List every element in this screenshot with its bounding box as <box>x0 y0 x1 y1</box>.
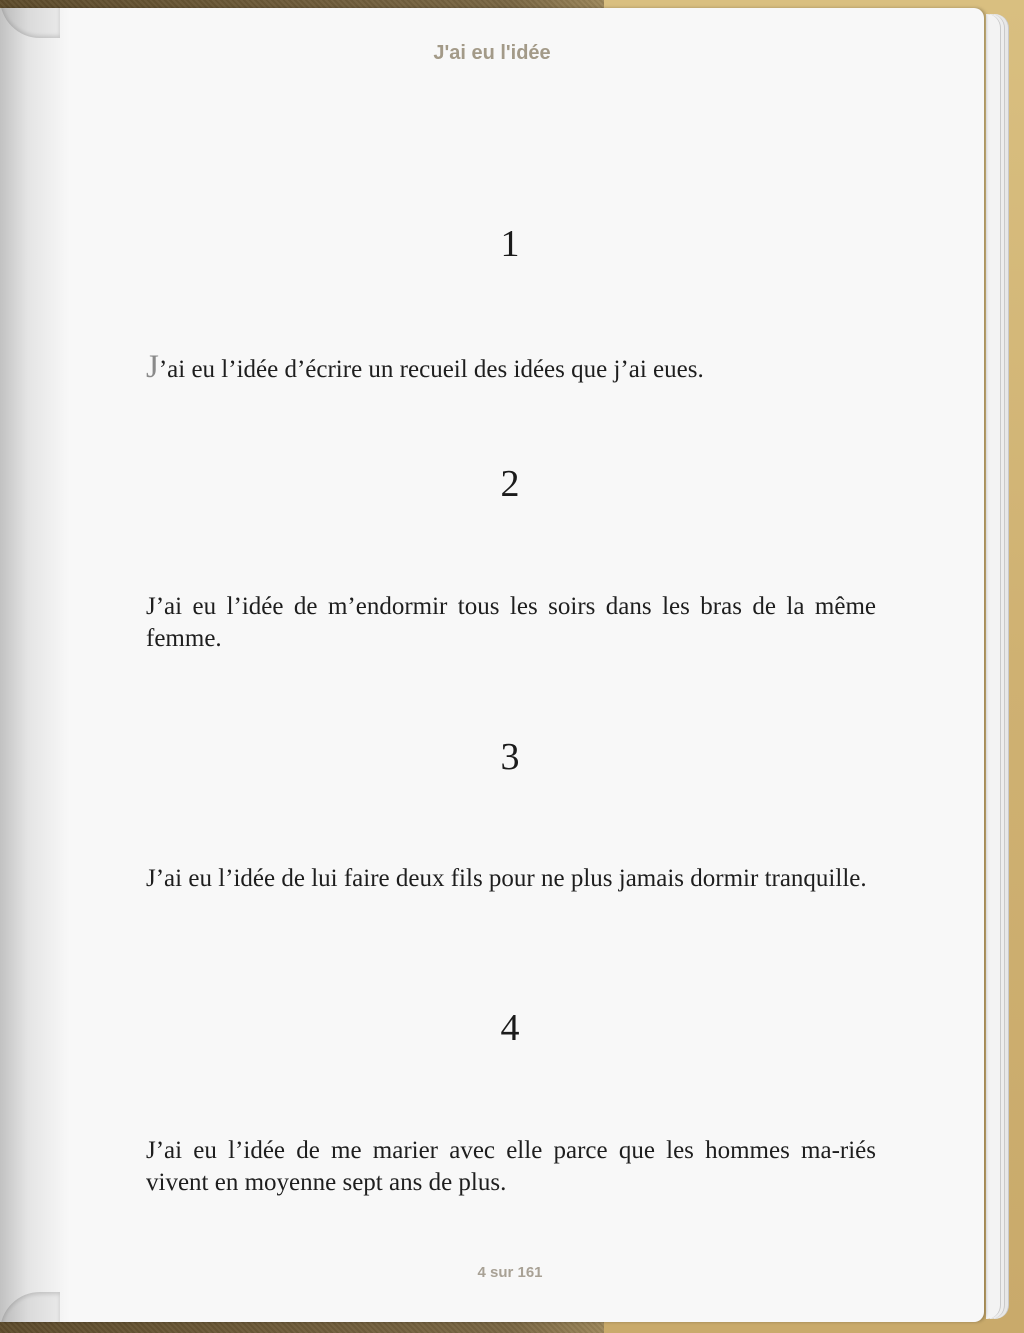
section-paragraph: J’ai eu l’idée d’écrire un recueil des i… <box>146 351 876 386</box>
spine-shadow <box>0 8 70 1322</box>
page-edge <box>986 14 1001 1319</box>
section-number: 4 <box>500 1007 520 1049</box>
page-counter: 4 sur 161 <box>477 1264 543 1281</box>
chapter-title: J'ai eu l'idée <box>433 42 551 64</box>
drop-cap: J <box>146 349 159 385</box>
section-number: 2 <box>500 463 520 505</box>
section-number: 3 <box>500 736 520 778</box>
paragraph-text: ’ai eu l’idée d’écrire un recueil des id… <box>158 356 704 383</box>
section-paragraph: J’ai eu l’idée de me marier avec elle pa… <box>146 1137 876 1196</box>
book-page[interactable]: J'ai eu l'idée 1 J’ai eu l’idée d’écrire… <box>0 8 984 1322</box>
section-paragraph: J’ai eu l’idée de lui faire deux fils po… <box>146 865 867 892</box>
section-paragraph: J’ai eu l’idée de m’endormir tous les so… <box>146 593 876 652</box>
page-curl-top <box>0 8 60 38</box>
section-number: 1 <box>500 223 520 265</box>
page-curl-bottom <box>0 1292 60 1322</box>
